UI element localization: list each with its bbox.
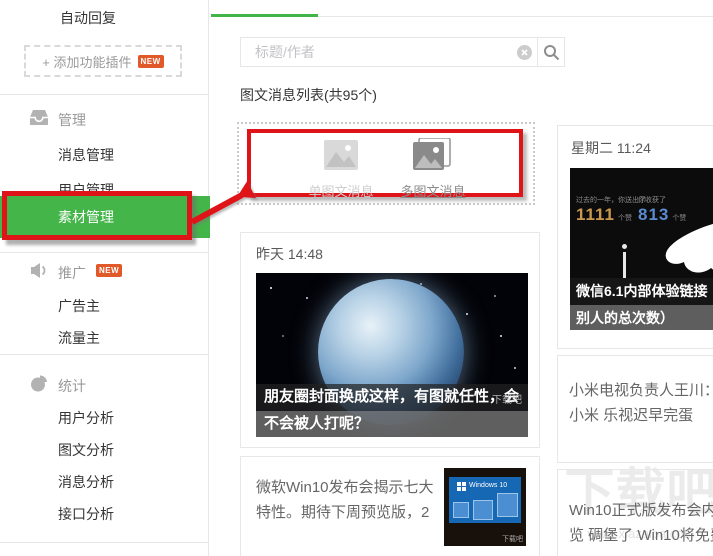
annotation-red-box-sidebar	[2, 191, 192, 240]
group-manage-label: 管理	[58, 112, 86, 128]
article-text-line2: 小米 乐视迟早完蛋	[569, 407, 694, 424]
article-title-line2: 别人的总次数）	[570, 305, 713, 330]
new-badge: NEW	[137, 54, 164, 68]
article-title-line1: 微信6.1内部体验链接（	[570, 278, 713, 305]
article-cover-image: 过去的一年，你送出了 1111 个赞 你收获了 813 个赞 微信6.1内部体验链接…	[570, 168, 713, 330]
sidebar-item-interface-analysis[interactable]: 接口分析	[0, 504, 208, 524]
annotation-red-box-composer	[247, 129, 523, 197]
sidebar-item-message-analysis[interactable]: 消息分析	[0, 472, 208, 492]
search-icon	[544, 44, 560, 60]
message-manage-label: 消息管理	[58, 147, 114, 163]
win10-slide: Windows 10	[449, 477, 521, 523]
sidebar-group-manage: 管理	[0, 110, 208, 130]
article-date: 星期二 11:24	[571, 140, 651, 156]
advertiser-label: 广告主	[58, 298, 100, 314]
pie-chart-icon	[31, 375, 47, 392]
sidebar-item-auto-reply[interactable]: 自动回复	[0, 8, 208, 28]
sidebar-group-promotion: 推广 NEW	[0, 263, 208, 283]
white-shape-decoration	[665, 223, 713, 273]
article-card-wechat61[interactable]: 星期二 11:24 过去的一年，你送出了 1111 个赞 你收获了 813 个赞 微…	[557, 125, 713, 349]
clock-hand-decoration	[623, 252, 626, 278]
article-text-line2: 览 碉堡了 Win10将免费	[569, 527, 713, 544]
active-tab-indicator	[211, 14, 318, 17]
article-title-line1: 朋友圈封面换成这样，有图就任性，会	[256, 384, 528, 411]
clock-hand-decoration	[622, 244, 627, 249]
search-button[interactable]	[538, 38, 565, 66]
sidebar-divider	[0, 252, 208, 253]
mini-screen	[473, 500, 493, 520]
interface-analysis-label: 接口分析	[58, 506, 114, 522]
stat1-label: 过去的一年，你送出了	[576, 197, 646, 204]
stat2-label: 你收获了	[638, 197, 666, 204]
article-text-line1: Win10正式版发布会内容预	[569, 502, 713, 519]
stat1-unit: 个赞	[618, 215, 633, 222]
multi-article-label: 多图文消息	[400, 184, 466, 199]
article-date: 昨天 14:48	[256, 246, 323, 262]
group-promotion-label: 推广	[58, 265, 86, 281]
article-cover-image: 朋友圈封面换成这样，有图就任性，会 不会被人打呢？ 下载吧	[256, 273, 528, 437]
list-title: 图文消息列表(共95个)	[240, 87, 377, 103]
mini-screen	[497, 493, 518, 517]
user-analysis-label: 用户分析	[58, 410, 114, 426]
article-card-earth[interactable]: 昨天 14:48 朋友圈封面换成这样，有图就任性，会 不会被人打呢？ 下载吧	[240, 232, 540, 448]
sidebar-item-traffic-owner[interactable]: 流量主	[0, 328, 208, 348]
tabbar-divider	[318, 16, 713, 17]
article-analysis-label: 图文分析	[58, 442, 114, 458]
sidebar-divider	[0, 354, 208, 355]
annotation-arrow	[190, 181, 256, 225]
article-card-win10[interactable]: 微软Win10发布会揭示七大 特性。期待下周预览版，2 Windows 10 下…	[240, 456, 540, 556]
windows-logo-icon	[457, 482, 466, 491]
single-image-icon	[324, 140, 358, 170]
image-watermark: 下载吧	[502, 536, 523, 543]
auto-reply-label: 自动回复	[60, 10, 116, 26]
search-input[interactable]	[241, 38, 509, 66]
article-text-line1: 小米电视负责人王川：有	[569, 382, 713, 399]
multi-image-icon	[413, 137, 451, 170]
article-text-line2: 特性。期待下周预览版，2	[256, 504, 430, 521]
traffic-owner-label: 流量主	[58, 330, 100, 346]
sidebar-divider	[0, 542, 208, 543]
inbox-icon	[30, 110, 48, 125]
sidebar-item-article-analysis[interactable]: 图文分析	[0, 440, 208, 460]
single-article-button[interactable]: 单图文消息	[303, 138, 379, 200]
sidebar-item-advertiser[interactable]: 广告主	[0, 296, 208, 316]
search-box	[240, 37, 565, 67]
message-analysis-label: 消息分析	[58, 474, 114, 490]
article-text-line1: 微软Win10发布会揭示七大	[256, 479, 434, 496]
win10-label: Windows 10	[469, 482, 508, 489]
article-thumbnail: Windows 10 下载吧	[444, 468, 526, 546]
sidebar-item-message-manage[interactable]: 消息管理	[0, 145, 208, 165]
image-watermark: 下载吧	[492, 395, 522, 406]
add-plugin-button[interactable]: + 添加功能插件 NEW	[24, 45, 182, 77]
stars-decoration	[270, 287, 272, 289]
sidebar-item-user-analysis[interactable]: 用户分析	[0, 408, 208, 428]
single-article-label: 单图文消息	[308, 184, 374, 199]
mini-screen	[453, 502, 469, 518]
sidebar-divider	[0, 94, 208, 95]
stat1-value: 1111	[576, 205, 616, 224]
article-card-xiaomi[interactable]: 小米电视负责人王川：有 小米 乐视迟早完蛋	[557, 355, 713, 463]
add-plugin-label: + 添加功能插件	[42, 54, 132, 70]
article-title-line2: 不会被人打呢？	[256, 411, 528, 437]
sidebar-divider-vertical	[208, 0, 209, 556]
megaphone-icon	[31, 263, 46, 278]
sidebar-group-statistics: 统计	[0, 375, 208, 396]
multi-article-button[interactable]: 多图文消息	[394, 137, 472, 200]
group-statistics-label: 统计	[58, 378, 86, 394]
clear-search-icon[interactable]	[517, 45, 532, 60]
new-badge: NEW	[96, 264, 123, 277]
